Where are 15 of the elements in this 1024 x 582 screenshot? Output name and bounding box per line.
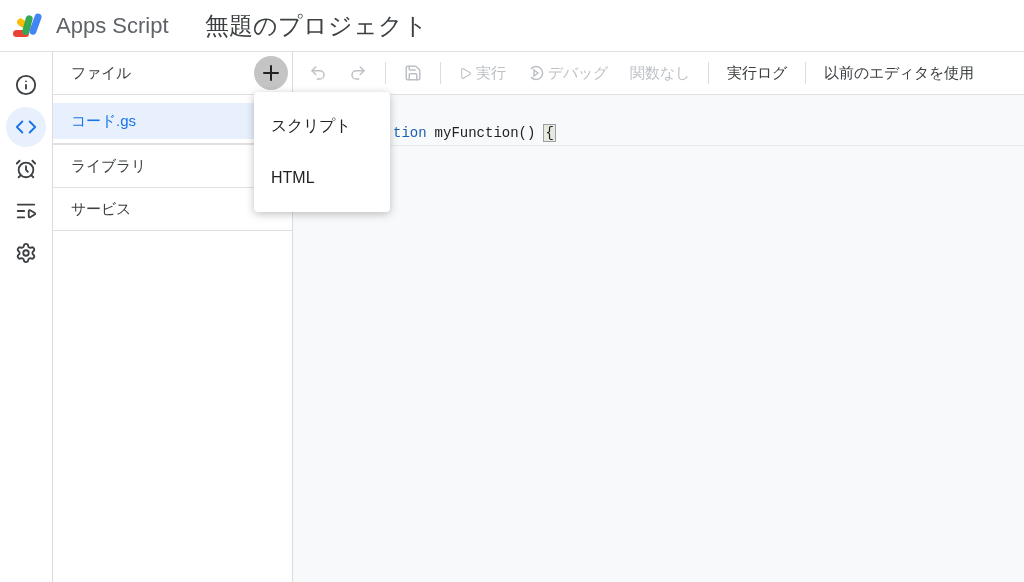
section-title[interactable]: サービス xyxy=(71,199,131,219)
alarm-clock-icon xyxy=(15,158,37,180)
project-title[interactable]: 無題のプロジェクト xyxy=(204,9,428,42)
section-title[interactable]: ライブラリ xyxy=(71,156,146,176)
menu-item[interactable]: HTML xyxy=(254,152,390,204)
debug-icon xyxy=(528,65,544,81)
toolbar-button[interactable]: 実行ログ xyxy=(727,63,787,83)
add-file-button[interactable] xyxy=(254,56,288,90)
play-icon xyxy=(459,66,472,80)
settings-icon xyxy=(15,242,37,264)
panel-title: ファイル xyxy=(71,63,131,83)
toolbar-button[interactable]: 以前のエディタを使用 xyxy=(824,63,974,83)
info-icon xyxy=(15,74,37,96)
file-item[interactable]: コード.gs xyxy=(53,103,255,139)
product-name: Apps Script xyxy=(56,12,169,39)
